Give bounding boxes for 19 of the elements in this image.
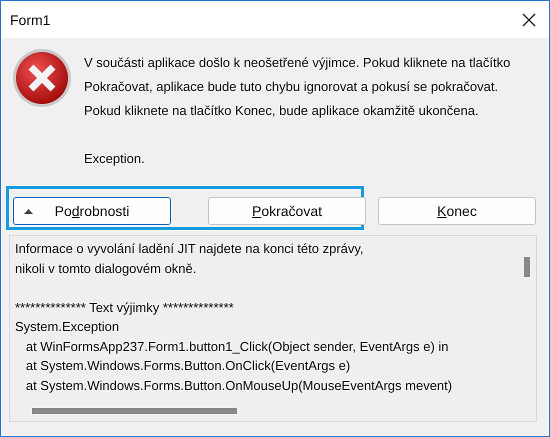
details-line: nikoli v tomto dialogovém okně. <box>15 260 196 278</box>
error-message: Exception. <box>84 150 146 168</box>
details-line: at System.Windows.Forms.Button.OnMouseUp(MouseEventArgs mevent) <box>24 376 452 395</box>
details-line: at WinFormsApp237.Form1.button1_Click(Object sender, EventArgs e) in <box>24 338 449 356</box>
dialog-button[interactable]: Pokračovat <box>208 197 366 225</box>
dialog-button[interactable]: Konec <box>378 197 536 225</box>
details-line: Informace o vyvolání ladění JIT najdete na konci této zprávy, <box>15 240 364 258</box>
details-button[interactable]: Podrobnosti <box>13 197 171 225</box>
caret-icon <box>24 209 33 214</box>
details-line: System.Exception <box>15 318 120 336</box>
details-textbox[interactable] <box>9 235 537 422</box>
close-icon[interactable] <box>522 12 536 26</box>
error-icon <box>12 48 72 108</box>
window-title: Form1 <box>10 12 50 28</box>
details-line: ************** Text výjimky ************** <box>15 298 234 317</box>
scrollbar-thumb[interactable] <box>32 408 237 414</box>
scrollbar-thumb[interactable] <box>524 257 530 277</box>
error-message: V součásti aplikace došlo k neošetřené výjimce. Pokud kliknete na tlačítko Pokračovat, aplikace bude tuto chybu ignorovat a pokusí se pokračovat. Pokud kliknete na tlačítko Konec, bude aplikace okamžitě ukončena. <box>84 54 512 120</box>
details-line: at System.Windows.Forms.Button.OnClick(EventArgs e) <box>24 357 350 375</box>
